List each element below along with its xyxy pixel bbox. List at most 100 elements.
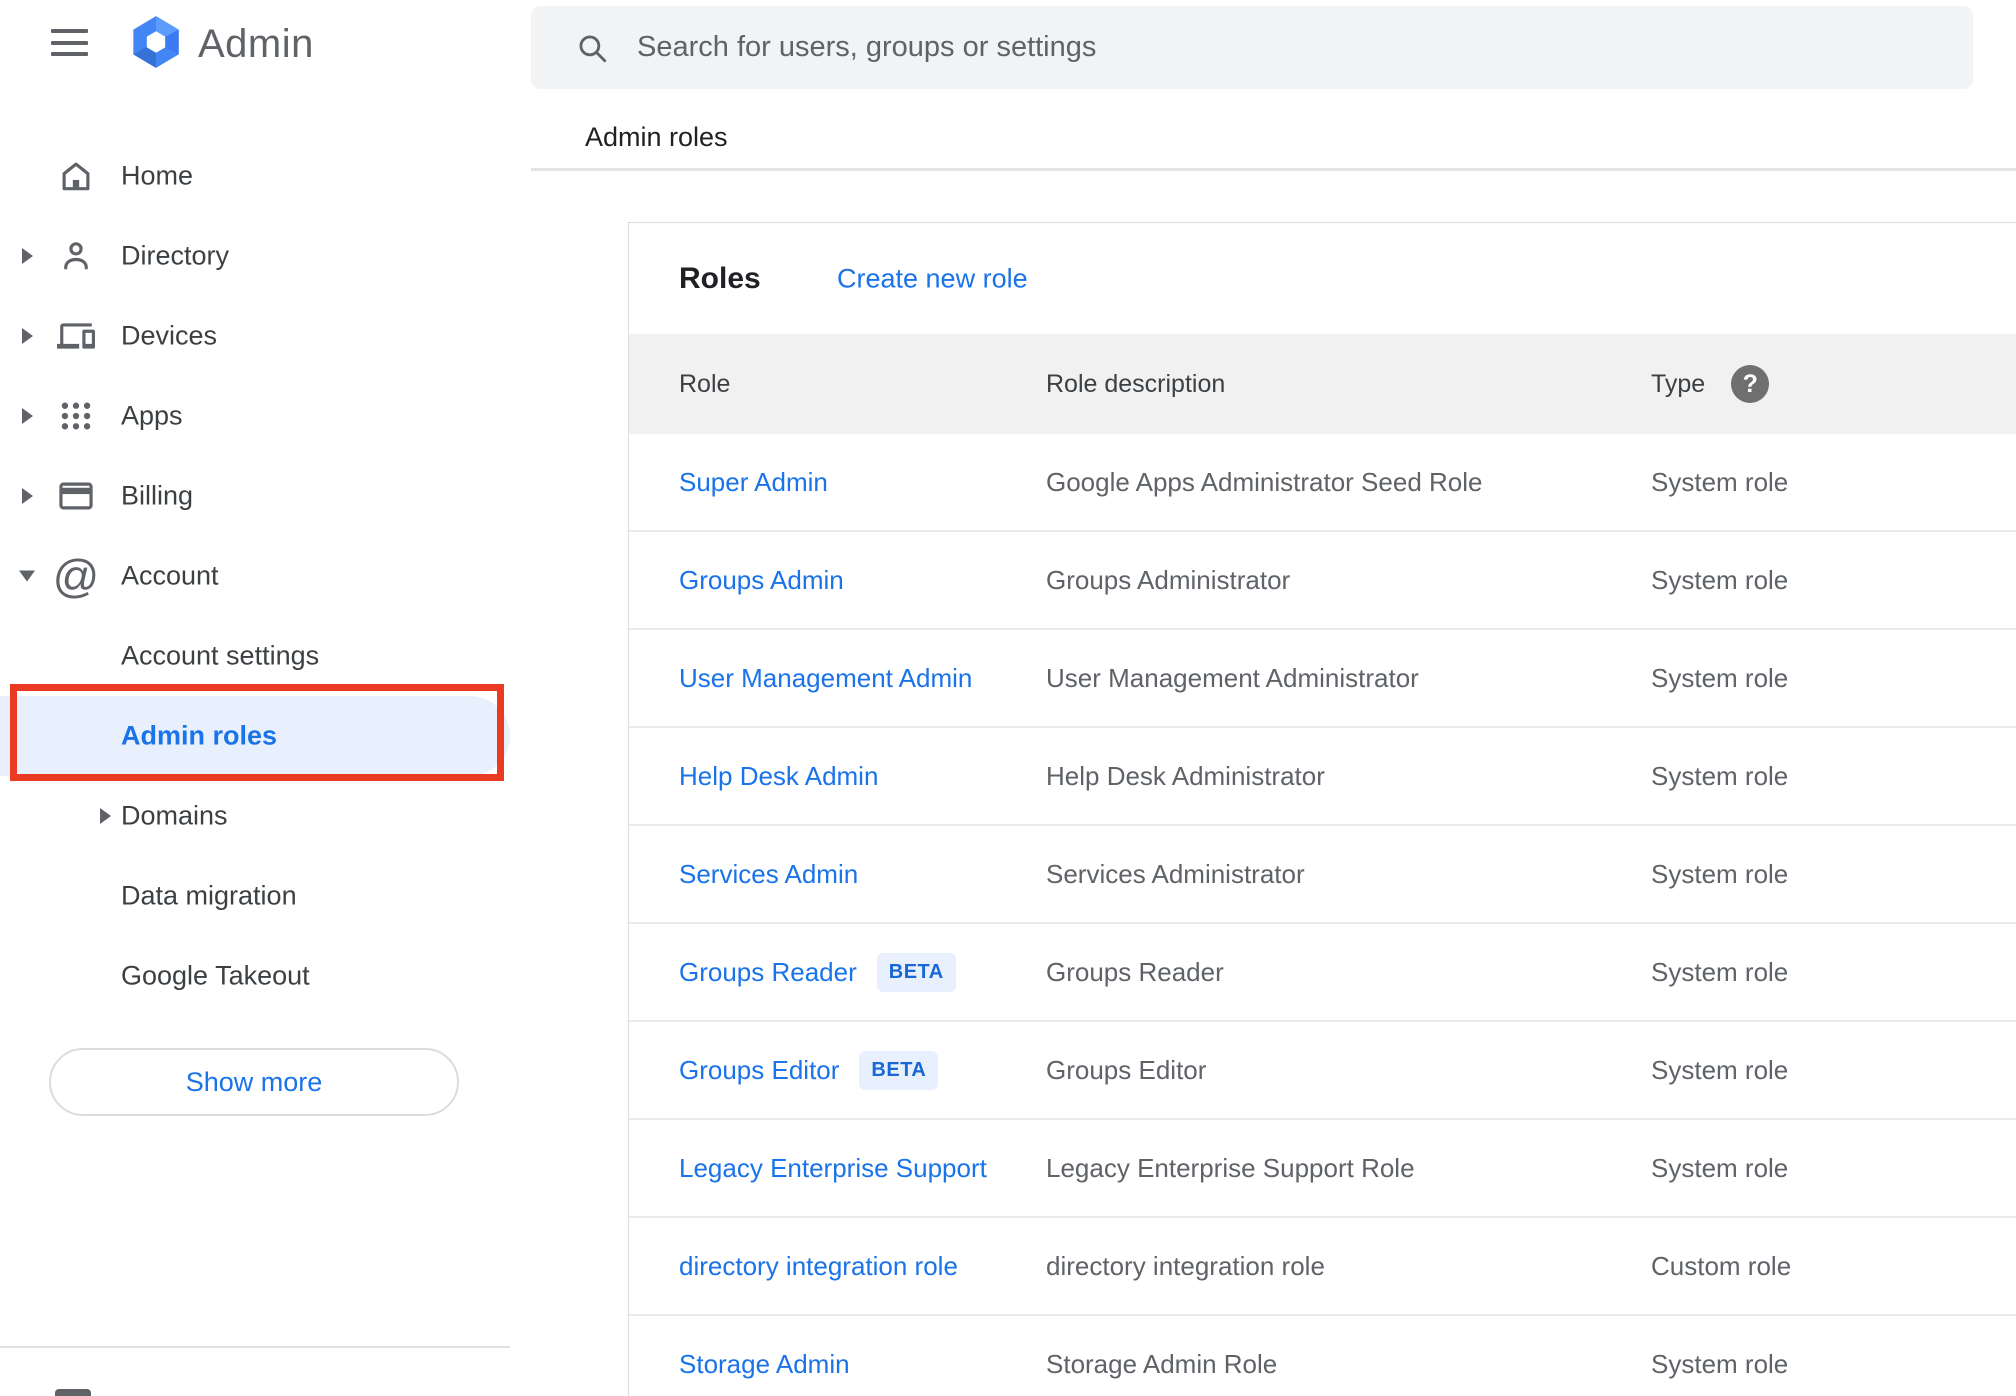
column-header-type: Type ?	[1651, 334, 1770, 434]
beta-badge: BETA	[859, 1050, 939, 1090]
sidebar-item-label: Devices	[121, 320, 218, 351]
role-link[interactable]: Services Admin	[679, 859, 858, 890]
table-row: Help Desk Admin Help Desk Administrator …	[629, 728, 2016, 826]
partial-sidebar-icon	[55, 1389, 91, 1396]
admin-console-screen: Admin Admin roles Home	[0, 0, 2016, 1396]
search-bar	[531, 6, 1973, 89]
role-link[interactable]: Groups Admin	[679, 565, 844, 596]
table-row: Groups Admin Groups Administrator System…	[629, 532, 2016, 630]
google-admin-logo[interactable]: Admin	[129, 15, 314, 74]
column-header-role-description: Role description	[1046, 369, 1226, 398]
sidebar-item-devices[interactable]: Devices	[0, 296, 531, 376]
role-type: System role	[1651, 564, 1789, 595]
role-type: System role	[1651, 858, 1789, 889]
sidebar-bottom-divider	[0, 1346, 510, 1348]
role-type: System role	[1651, 1348, 1789, 1379]
sidebar-item-directory[interactable]: Directory	[0, 216, 531, 296]
role-type: System role	[1651, 1054, 1789, 1085]
create-new-role-link[interactable]: Create new role	[837, 263, 1028, 294]
home-icon	[56, 156, 96, 196]
sidebar-item-label: Billing	[121, 480, 194, 511]
sidebar-item-label: Account	[121, 560, 219, 591]
table-row: directory integration role directory int…	[629, 1218, 2016, 1316]
help-icon[interactable]: ?	[1731, 365, 1770, 403]
breadcrumb: Admin roles	[585, 122, 728, 152]
chevron-right-icon[interactable]	[22, 328, 33, 344]
role-link[interactable]: Legacy Enterprise Support	[679, 1153, 987, 1184]
table-row: User Management Admin User Management Ad…	[629, 630, 2016, 728]
role-link[interactable]: directory integration role	[679, 1251, 958, 1282]
sidebar: Home Directory Devices Apps Billing @ Ac…	[0, 136, 531, 1016]
sidebar-item-label: Home	[121, 160, 194, 191]
role-type: System role	[1651, 466, 1789, 497]
hamburger-menu-icon[interactable]	[51, 29, 88, 56]
chevron-right-icon[interactable]	[22, 248, 33, 264]
role-type: System role	[1651, 662, 1789, 693]
role-link[interactable]: Storage Admin	[679, 1349, 850, 1380]
sidebar-item-account[interactable]: @ Account	[0, 536, 531, 616]
role-link[interactable]: User Management Admin	[679, 663, 972, 694]
sidebar-item-label: Directory	[121, 240, 230, 271]
beta-badge: BETA	[876, 952, 956, 992]
app-title: Admin	[198, 22, 314, 66]
search-input[interactable]	[609, 6, 1973, 89]
devices-icon	[56, 316, 96, 356]
chevron-right-icon[interactable]	[100, 808, 111, 824]
table-row: Super Admin Google Apps Administrator Se…	[629, 434, 2016, 532]
chevron-right-icon[interactable]	[22, 408, 33, 424]
role-link[interactable]: Groups Editor	[679, 1055, 839, 1086]
sidebar-item-data-migration[interactable]: Data migration	[0, 856, 531, 936]
table-row: Groups Editor BETA Groups Editor System …	[629, 1022, 2016, 1120]
sidebar-item-label: Apps	[121, 400, 183, 431]
sidebar-item-google-takeout[interactable]: Google Takeout	[0, 936, 531, 1016]
apps-grid-icon	[56, 396, 96, 436]
table-row: Storage Admin Storage Admin Role System …	[629, 1316, 2016, 1396]
role-description: directory integration role	[1046, 1250, 1325, 1281]
header-divider	[531, 168, 2016, 171]
role-description: Groups Administrator	[1046, 564, 1291, 595]
table-row: Legacy Enterprise Support Legacy Enterpr…	[629, 1120, 2016, 1218]
sidebar-item-account-settings[interactable]: Account settings	[0, 616, 531, 696]
roles-card: Roles Create new role Role Role descript…	[628, 222, 2016, 1396]
chevron-right-icon[interactable]	[22, 488, 33, 504]
role-description: Google Apps Administrator Seed Role	[1046, 466, 1483, 497]
sidebar-item-label: Data migration	[121, 880, 297, 911]
column-header-role: Role	[679, 369, 731, 398]
table-row: Groups Reader BETA Groups Reader System …	[629, 924, 2016, 1022]
role-type: System role	[1651, 1152, 1789, 1183]
role-description: Services Administrator	[1046, 858, 1305, 889]
role-description: Help Desk Administrator	[1046, 760, 1325, 791]
sidebar-item-label: Google Takeout	[121, 960, 310, 991]
role-description: Legacy Enterprise Support Role	[1046, 1152, 1415, 1183]
at-icon: @	[52, 550, 100, 602]
person-icon	[56, 236, 96, 276]
role-link[interactable]: Help Desk Admin	[679, 761, 878, 792]
role-type: System role	[1651, 760, 1789, 791]
role-description: Groups Editor	[1046, 1054, 1207, 1085]
sidebar-item-billing[interactable]: Billing	[0, 456, 531, 536]
sidebar-item-label: Account settings	[121, 640, 320, 671]
credit-card-icon	[56, 476, 96, 516]
chevron-down-icon[interactable]	[19, 570, 35, 582]
show-more-button[interactable]: Show more	[49, 1048, 459, 1116]
column-header-type-label: Type	[1651, 369, 1706, 398]
role-description: Groups Reader	[1046, 956, 1224, 987]
admin-hexagon-logo-icon	[129, 15, 183, 74]
role-link[interactable]: Groups Reader	[679, 957, 857, 988]
search-icon	[575, 31, 609, 65]
role-description: User Management Administrator	[1046, 662, 1419, 693]
sidebar-item-apps[interactable]: Apps	[0, 376, 531, 456]
sidebar-item-label: Domains	[121, 800, 228, 831]
roles-card-header: Roles Create new role	[629, 223, 2016, 334]
page-title: Roles	[679, 261, 761, 295]
role-link[interactable]: Super Admin	[679, 467, 828, 498]
sidebar-item-admin-roles[interactable]: Admin roles	[0, 696, 510, 776]
role-type: Custom role	[1651, 1250, 1792, 1281]
role-description: Storage Admin Role	[1046, 1348, 1278, 1379]
role-type: System role	[1651, 956, 1789, 987]
table-row: Services Admin Services Administrator Sy…	[629, 826, 2016, 924]
table-header-row: Role Role description Type ?	[629, 334, 2016, 434]
sidebar-item-label: Admin roles	[121, 720, 278, 751]
sidebar-item-domains[interactable]: Domains	[0, 776, 531, 856]
sidebar-item-home[interactable]: Home	[0, 136, 531, 216]
